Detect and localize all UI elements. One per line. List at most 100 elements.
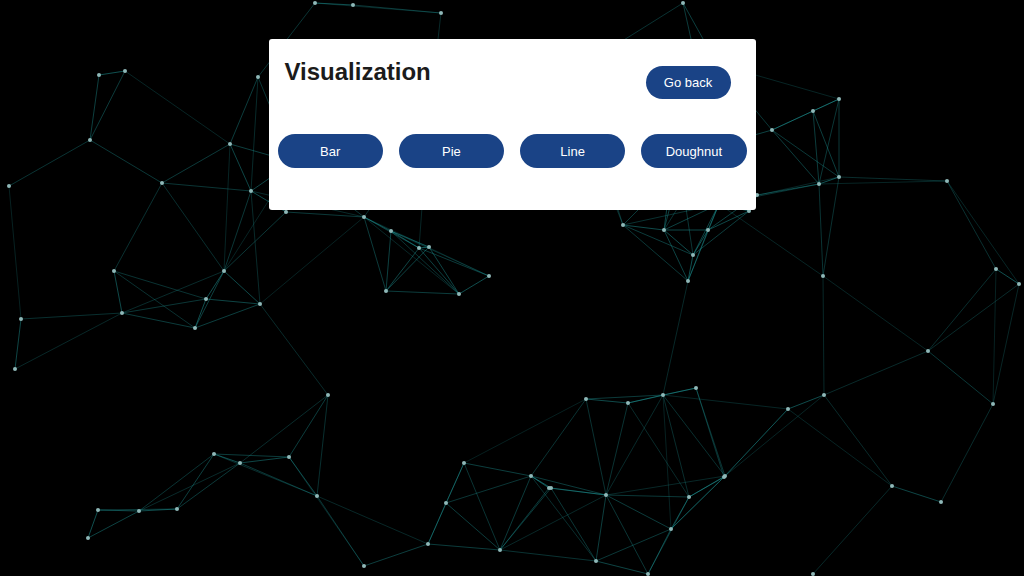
network-link bbox=[419, 248, 459, 294]
network-node-icon bbox=[112, 269, 116, 273]
chart-type-button[interactable]: Doughnut bbox=[641, 134, 746, 168]
network-node-icon bbox=[837, 175, 841, 179]
network-node-icon bbox=[686, 279, 690, 283]
network-link bbox=[823, 276, 824, 395]
network-link bbox=[724, 409, 788, 477]
network-link bbox=[813, 111, 819, 184]
network-link bbox=[993, 269, 996, 404]
network-link bbox=[586, 399, 628, 403]
network-link bbox=[88, 511, 139, 538]
network-link bbox=[623, 225, 688, 281]
network-link bbox=[928, 284, 1019, 351]
network-link bbox=[364, 217, 489, 276]
visualization-card: Visualization Go back Bar Pie Line Doughnut bbox=[269, 39, 756, 210]
chart-type-button[interactable]: Line bbox=[520, 134, 625, 168]
network-link bbox=[459, 276, 489, 294]
network-link bbox=[122, 313, 195, 328]
network-link bbox=[125, 71, 230, 144]
network-link bbox=[586, 395, 663, 399]
network-link bbox=[195, 271, 224, 328]
network-link bbox=[839, 99, 840, 177]
network-node-icon bbox=[427, 245, 431, 249]
network-node-icon bbox=[755, 193, 759, 197]
network-link bbox=[114, 183, 162, 271]
network-node-icon bbox=[204, 297, 208, 301]
network-link bbox=[315, 3, 353, 5]
network-link bbox=[260, 304, 328, 395]
network-link bbox=[195, 304, 260, 328]
network-node-icon bbox=[498, 548, 502, 552]
network-node-icon bbox=[529, 474, 533, 478]
network-link bbox=[606, 395, 663, 495]
network-link bbox=[15, 313, 122, 369]
network-link bbox=[230, 144, 251, 191]
network-link bbox=[386, 248, 419, 291]
network-node-icon bbox=[662, 228, 666, 232]
network-node-icon bbox=[97, 73, 101, 77]
network-link bbox=[99, 71, 125, 75]
chart-type-button[interactable]: Pie bbox=[399, 134, 504, 168]
network-link bbox=[996, 269, 1019, 284]
network-link bbox=[90, 140, 162, 183]
network-link bbox=[928, 269, 996, 351]
network-node-icon bbox=[723, 474, 727, 478]
network-node-icon bbox=[821, 274, 825, 278]
network-link bbox=[500, 488, 551, 550]
network-link bbox=[428, 544, 500, 550]
network-node-icon bbox=[123, 69, 127, 73]
network-link bbox=[500, 550, 596, 561]
network-link bbox=[317, 496, 364, 566]
network-link bbox=[813, 486, 892, 574]
network-link bbox=[586, 399, 606, 495]
go-back-button[interactable]: Go back bbox=[646, 66, 731, 99]
network-link bbox=[386, 231, 391, 291]
network-link bbox=[819, 184, 823, 276]
network-link bbox=[177, 454, 214, 509]
network-link bbox=[772, 130, 839, 177]
network-link bbox=[928, 351, 993, 404]
network-link bbox=[628, 388, 696, 403]
network-node-icon bbox=[362, 564, 366, 568]
network-link bbox=[606, 495, 648, 574]
network-node-icon bbox=[722, 475, 726, 479]
chart-type-button[interactable]: Bar bbox=[278, 134, 383, 168]
card-title: Visualization bbox=[285, 57, 431, 87]
network-node-icon bbox=[326, 393, 330, 397]
network-link bbox=[446, 503, 500, 550]
network-link bbox=[663, 395, 671, 529]
network-link bbox=[240, 395, 328, 463]
network-node-icon bbox=[384, 289, 388, 293]
network-node-icon bbox=[258, 302, 262, 306]
network-link bbox=[819, 99, 839, 184]
network-link bbox=[664, 230, 688, 281]
network-link bbox=[224, 144, 230, 271]
network-node-icon bbox=[362, 215, 366, 219]
network-node-icon bbox=[284, 210, 288, 214]
network-node-icon bbox=[770, 128, 774, 132]
network-link bbox=[195, 299, 206, 328]
network-node-icon bbox=[811, 572, 815, 576]
network-node-icon bbox=[687, 495, 691, 499]
network-link bbox=[839, 177, 947, 181]
network-node-icon bbox=[487, 274, 491, 278]
network-link bbox=[224, 191, 251, 271]
network-node-icon bbox=[389, 229, 393, 233]
network-link bbox=[419, 248, 489, 276]
network-link bbox=[114, 271, 122, 313]
network-link bbox=[162, 183, 224, 271]
network-node-icon bbox=[120, 311, 124, 315]
network-node-icon bbox=[621, 223, 625, 227]
network-link bbox=[122, 299, 206, 313]
network-link bbox=[206, 299, 260, 304]
network-link bbox=[531, 399, 586, 476]
network-link bbox=[206, 271, 224, 299]
network-link bbox=[664, 230, 693, 255]
network-node-icon bbox=[7, 184, 11, 188]
network-node-icon bbox=[604, 493, 608, 497]
network-link bbox=[623, 225, 693, 255]
network-link bbox=[428, 463, 464, 544]
network-node-icon bbox=[238, 461, 242, 465]
network-node-icon bbox=[457, 292, 461, 296]
network-link bbox=[663, 395, 725, 476]
network-link bbox=[663, 281, 688, 395]
